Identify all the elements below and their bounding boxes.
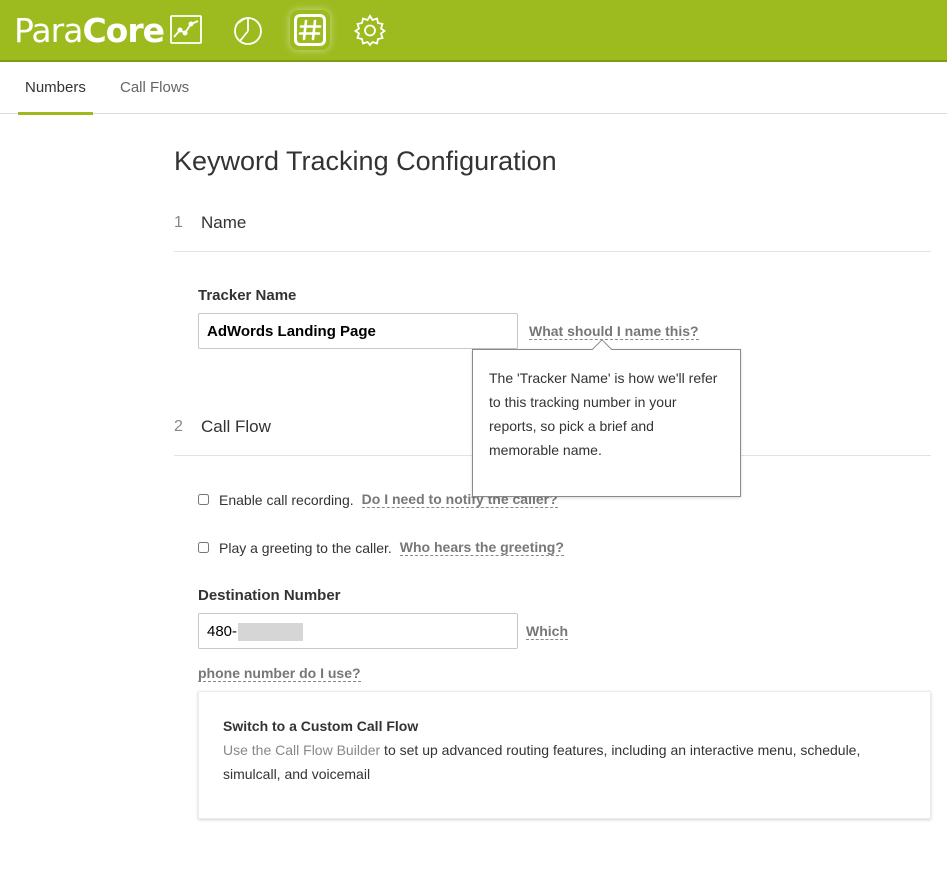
nav-reports-button[interactable]: [230, 12, 266, 48]
section-name-header: 1 Name: [174, 213, 931, 252]
nav-analytics-button[interactable]: [168, 12, 204, 48]
destination-number-input[interactable]: 480-: [198, 613, 518, 649]
custom-call-flow-body: Use the Call Flow Builder to set up adva…: [223, 738, 906, 786]
custom-call-flow-title: Switch to a Custom Call Flow: [223, 718, 419, 734]
greeting-help-link[interactable]: Who hears the greeting?: [399, 539, 564, 556]
section-number: 2: [174, 418, 183, 435]
tracker-name-tooltip: The 'Tracker Name' is how we'll refer to…: [472, 339, 741, 497]
logo-text-para: Para: [14, 11, 83, 50]
nav-settings-button[interactable]: [352, 12, 388, 48]
gear-icon: [353, 14, 387, 47]
call-flow-builder-link[interactable]: Use the Call Flow Builder: [223, 742, 380, 758]
tracker-name-input[interactable]: [198, 313, 518, 349]
greeting-label: Play a greeting to the caller.: [219, 539, 392, 556]
tab-numbers[interactable]: Numbers: [18, 62, 93, 115]
destination-help-link-part1[interactable]: Which: [526, 623, 568, 640]
active-glow: [290, 10, 330, 50]
destination-number-label: Destination Number: [198, 587, 341, 604]
greeting-checkbox[interactable]: [198, 542, 209, 553]
pie-chart-icon: [234, 17, 262, 45]
sub-navigation: Numbers Call Flows: [0, 62, 947, 115]
tooltip-arrow: [592, 339, 612, 359]
section-title: Name: [201, 213, 247, 232]
section-title: Call Flow: [201, 417, 271, 436]
destination-number-value: 480-: [207, 623, 238, 640]
call-recording-label: Enable call recording.: [219, 491, 354, 508]
tooltip-text: The 'Tracker Name' is how we'll refer to…: [489, 370, 718, 458]
top-bar: ParaCore: [0, 0, 947, 62]
tab-call-flows[interactable]: Call Flows: [120, 62, 189, 114]
redacted-block: [238, 623, 303, 641]
tracker-name-help-link[interactable]: What should I name this?: [529, 323, 699, 340]
page-title: Keyword Tracking Configuration: [174, 146, 557, 176]
nav-tracking-button[interactable]: [292, 12, 328, 48]
greeting-row: Play a greeting to the caller. Who hears…: [198, 539, 564, 556]
call-recording-checkbox[interactable]: [198, 494, 209, 505]
tracker-name-label: Tracker Name: [198, 287, 297, 304]
custom-call-flow-card: Switch to a Custom Call Flow Use the Cal…: [198, 691, 931, 819]
section-number: 1: [174, 214, 183, 231]
app-logo[interactable]: ParaCore: [14, 11, 165, 50]
logo-text-core: Core: [82, 11, 165, 50]
chart-line-icon: [170, 15, 202, 44]
destination-help-link-part2[interactable]: phone number do I use?: [198, 665, 361, 682]
